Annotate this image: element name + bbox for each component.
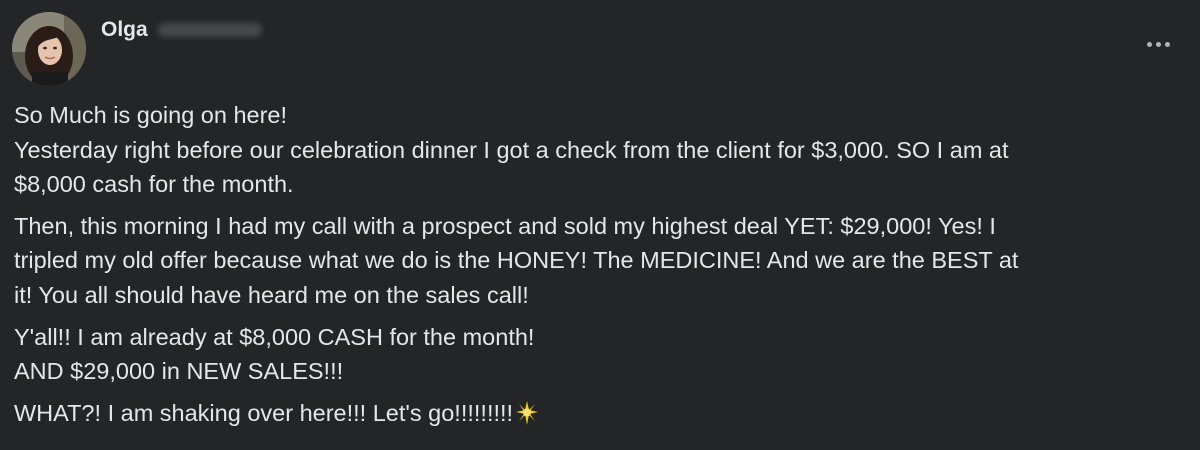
post-card: Olga So Much is going on here! Yesterday… xyxy=(0,0,1200,450)
sparkle-emoji-icon xyxy=(514,400,540,436)
post-line: $8,000 cash for the month. xyxy=(14,171,294,198)
dot-icon xyxy=(1155,41,1161,47)
author-name[interactable]: Olga xyxy=(101,18,148,42)
post-line: So Much is going on here! xyxy=(14,102,288,128)
post-body: So Much is going on here! Yesterday righ… xyxy=(14,98,1190,435)
more-options-button[interactable] xyxy=(1140,30,1176,58)
post-paragraph: Y'all!! I am already at $8,000 CASH for … xyxy=(14,320,1190,389)
author-avatar[interactable] xyxy=(12,12,86,86)
post-line: AND $29,000 in NEW SALES!!! xyxy=(14,358,344,385)
author-surname-redacted xyxy=(157,23,262,37)
post-paragraph: Then, this morning I had my call with a … xyxy=(14,209,1190,313)
post-paragraph: WHAT?! I am shaking over here!!! Let's g… xyxy=(14,396,1190,436)
avatar-photo-icon xyxy=(12,12,86,86)
dot-icon xyxy=(1164,41,1170,47)
post-line: it! You all should have heard me on the … xyxy=(14,281,529,308)
post-paragraph: So Much is going on here! Yesterday righ… xyxy=(14,98,1190,202)
post-line: WHAT?! I am shaking over here!!! Let's g… xyxy=(14,399,514,426)
dot-icon xyxy=(1146,41,1152,47)
post-line: Yesterday right before our celebration d… xyxy=(14,136,1009,163)
post-line: Then, this morning I had my call with a … xyxy=(14,212,996,239)
post-line: Y'all!! I am already at $8,000 CASH for … xyxy=(14,323,535,350)
author-header: Olga xyxy=(101,18,262,42)
post-line: tripled my old offer because what we do … xyxy=(14,247,1019,274)
